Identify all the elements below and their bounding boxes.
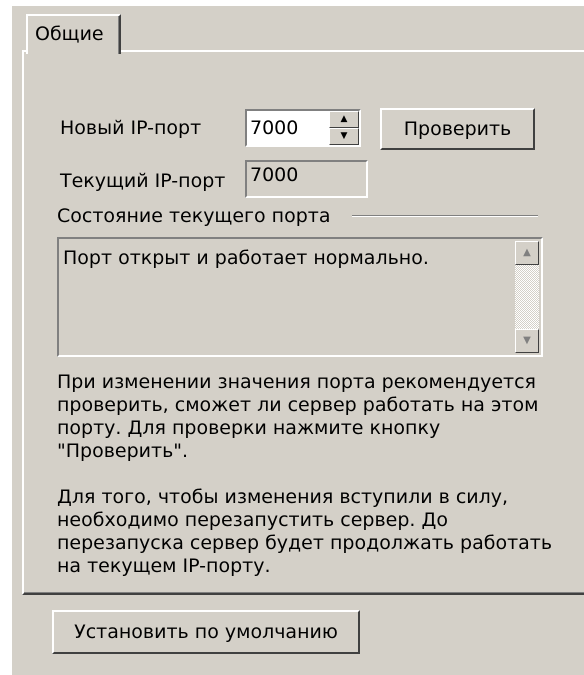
tab-general-label: Общие <box>35 23 104 45</box>
set-default-button[interactable]: Установить по умолчанию <box>52 610 360 654</box>
tab-general[interactable]: Общие <box>26 14 121 54</box>
tab-panel-general <box>22 50 584 595</box>
